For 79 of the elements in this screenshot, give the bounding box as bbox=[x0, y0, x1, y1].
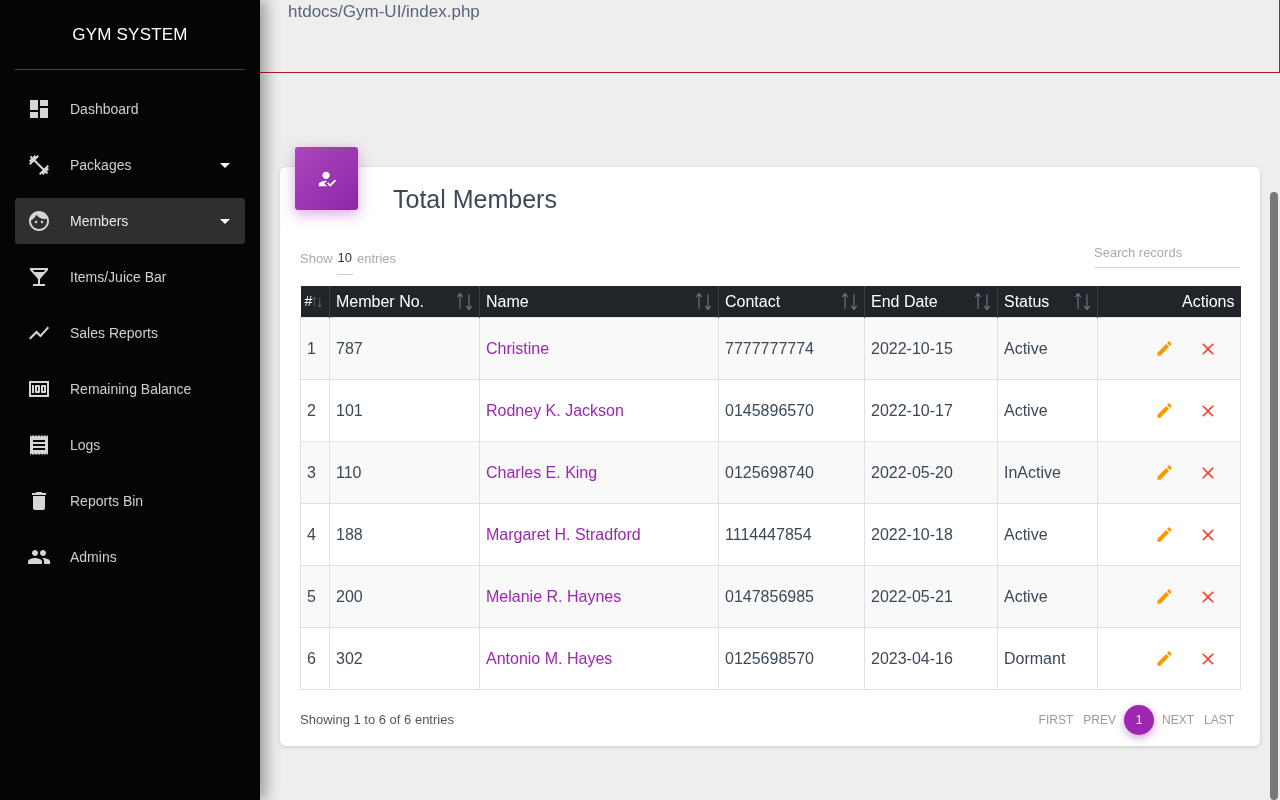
member-name-link[interactable]: Antonio M. Hayes bbox=[486, 649, 613, 667]
search-field[interactable]: Search records bbox=[1094, 238, 1240, 268]
table-cell: 7777777774 bbox=[725, 339, 814, 357]
table-cell: 1 bbox=[307, 339, 316, 357]
table-cell: Active bbox=[1004, 587, 1048, 605]
table-cell: Dormant bbox=[1004, 649, 1066, 667]
pencil-icon bbox=[1155, 649, 1174, 668]
table-cell: 302 bbox=[336, 649, 363, 667]
column-header: Actions bbox=[1097, 286, 1241, 318]
table-cell: 188 bbox=[336, 525, 363, 543]
face-icon bbox=[27, 209, 51, 233]
page-button[interactable]: 1 bbox=[1123, 705, 1154, 735]
column-header[interactable]: End Date bbox=[864, 286, 998, 318]
table-cell: Active bbox=[1004, 525, 1048, 543]
sort-arrows-icon[interactable] bbox=[1074, 293, 1091, 310]
dumbbell-icon bbox=[27, 153, 51, 177]
sidebar-item[interactable]: Members bbox=[15, 198, 245, 244]
member-name-link[interactable]: Charles E. King bbox=[486, 463, 598, 481]
show-label: Show bbox=[300, 249, 333, 268]
entries-label: entries bbox=[357, 249, 397, 268]
member-name-link[interactable]: Rodney K. Jackson bbox=[486, 401, 624, 419]
sidebar-item[interactable]: Logs bbox=[15, 422, 245, 468]
pencil-icon bbox=[1155, 525, 1174, 544]
entries-info: Showing 1 to 6 of 6 entries bbox=[300, 711, 454, 730]
card-title: Total Members bbox=[393, 184, 557, 214]
column-header[interactable]: Status bbox=[997, 286, 1098, 318]
sidebar-item[interactable]: Admins bbox=[15, 534, 245, 580]
column-header[interactable]: Name bbox=[479, 286, 719, 318]
table-cell: 2022-05-20 bbox=[871, 463, 953, 481]
sort-arrows-icon[interactable] bbox=[974, 293, 991, 310]
sidebar-item[interactable]: Reports Bin bbox=[15, 478, 245, 524]
table-cell: 5 bbox=[307, 587, 316, 605]
table-cell: 787 bbox=[336, 339, 363, 357]
sidebar-item[interactable]: Dashboard bbox=[15, 86, 245, 132]
sort-arrows-icon[interactable] bbox=[456, 293, 473, 310]
sort-arrows-icon[interactable] bbox=[695, 293, 712, 310]
column-header[interactable]: Member No. bbox=[329, 286, 480, 318]
sidebar-item[interactable]: Sales Reports bbox=[15, 310, 245, 356]
table-cell: Active bbox=[1004, 339, 1048, 357]
table-cell: 4 bbox=[307, 525, 316, 543]
table-cell: 6 bbox=[307, 649, 316, 667]
receipt-icon bbox=[27, 433, 51, 457]
entries-select[interactable]: 10 bbox=[336, 248, 353, 275]
sidebar-title: GYM SYSTEM bbox=[72, 23, 188, 46]
table-cell: 1114447854 bbox=[725, 525, 812, 543]
table-cell: 0125698740 bbox=[725, 463, 814, 481]
table-cell: 3 bbox=[307, 463, 316, 481]
table-cell: 0147856985 bbox=[725, 587, 814, 605]
table-cell: 0145896570 bbox=[725, 401, 814, 419]
dashboard-icon bbox=[27, 97, 51, 121]
sidebar-item[interactable]: Packages bbox=[15, 142, 245, 188]
table-cell: Active bbox=[1004, 401, 1048, 419]
sidebar-item[interactable]: Remaining Balance bbox=[15, 366, 245, 412]
sidebar-item[interactable]: Items/Juice Bar bbox=[15, 254, 245, 300]
table-cell: 101 bbox=[336, 401, 363, 419]
scrollbar[interactable] bbox=[1270, 192, 1278, 800]
column-header[interactable]: # bbox=[300, 286, 330, 318]
table-cell: 0125698570 bbox=[725, 649, 814, 667]
sort-arrows-icon[interactable] bbox=[841, 293, 858, 310]
sort-arrows-icon[interactable] bbox=[312, 295, 323, 308]
column-header[interactable]: Contact bbox=[718, 286, 865, 318]
table-cell: 2022-10-17 bbox=[871, 401, 953, 419]
table-cell: 110 bbox=[336, 463, 362, 481]
member-name-link[interactable]: Melanie R. Haynes bbox=[486, 587, 622, 605]
pencil-icon bbox=[1155, 339, 1174, 358]
table-cell: 2 bbox=[307, 401, 316, 419]
file-path-text: htdocs/Gym-UI/index.php bbox=[288, 3, 480, 21]
table-cell: 2023-04-16 bbox=[871, 649, 953, 667]
table-cell: InActive bbox=[1004, 463, 1061, 481]
pencil-icon bbox=[1155, 401, 1174, 420]
pencil-icon bbox=[1155, 463, 1174, 482]
table-cell: 2022-05-21 bbox=[871, 587, 953, 605]
table-cell: 2022-10-18 bbox=[871, 525, 953, 543]
pencil-icon bbox=[1155, 587, 1174, 606]
member-name-link[interactable]: Margaret H. Stradford bbox=[486, 525, 641, 543]
cocktail-glass-icon bbox=[27, 265, 51, 289]
table-cell: 200 bbox=[336, 587, 363, 605]
member-name-link[interactable]: Christine bbox=[486, 339, 550, 357]
table-cell: 2022-10-15 bbox=[871, 339, 953, 357]
